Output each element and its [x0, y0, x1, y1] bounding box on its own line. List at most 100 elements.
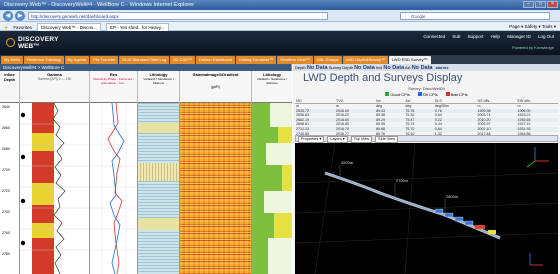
back-icon[interactable]: ◀ — [3, 11, 13, 21]
window-title: Discovery Web™ - DiscoveryWell#4 - WellB… — [4, 2, 195, 8]
header-gamma: Gamma Gamma (API) 0 — 150 — [20, 71, 90, 103]
legend-good: Good CPIs — [385, 92, 410, 97]
well-log-title: DiscoveryWell#4 > WellBore C — [0, 64, 291, 71]
legend-good-label: Good CPIs — [390, 92, 410, 97]
survey-table: MD TVD Inc Azi DLS NS offs. EW offs. m m… — [295, 99, 558, 136]
axis-gizmo-icon — [529, 253, 543, 266]
legend-bad: Bad CPIs — [445, 92, 468, 97]
header-link-help[interactable]: Help — [491, 34, 500, 39]
header-res: Res Resistivity Phase - Corrected / Atte… — [90, 71, 138, 103]
legend-bad-label: Bad CPIs — [450, 92, 468, 97]
tab-drillrun-dashboard[interactable]: Drillrun Dashboard — [195, 56, 236, 64]
gamma-image-track — [180, 103, 252, 274]
tab-dbl-groups[interactable]: DBL Groups — [313, 56, 342, 64]
favorites-star-icon[interactable]: ★ — [4, 25, 8, 30]
close-icon[interactable]: × — [547, 1, 558, 8]
minimize-icon[interactable]: – — [523, 1, 534, 8]
lwd-display-panel: Depth No Data Survey Depth No Data Incl … — [293, 64, 560, 274]
header-lithology-2: Lithology Vshale% / Sandstone / Siltston… — [252, 71, 292, 103]
gamma-image-texture — [180, 103, 251, 274]
side-view-button[interactable]: Side View — [375, 136, 398, 143]
favorites-bar: ★ Favorites Discovery Web™ - Discov... E… — [0, 22, 560, 32]
status-azi-label: Azi — [405, 65, 411, 70]
tab-3d-cad[interactable]: 3D CAD™ — [170, 56, 195, 64]
app-header: DISCOVERY WEB™ Connected Sub Support Hel… — [0, 31, 560, 55]
bad-swatch-icon — [445, 92, 450, 96]
header-depth-label: Inline Depth — [3, 72, 16, 82]
status-depth-label: Depth — [295, 65, 306, 70]
tab-lwd-depth-survey[interactable]: LWD Depth&Survey™ — [342, 56, 388, 64]
legend-ok: Ok CPIs — [417, 92, 438, 97]
resistivity-track — [90, 103, 138, 274]
gamma-track — [20, 103, 90, 274]
tab-dlis-time-log[interactable]: DLIS Standard Time Log — [119, 56, 170, 64]
depth-label: 2640 — [2, 105, 10, 109]
logo-line1: DISCOVERY — [18, 36, 59, 43]
header-link-logout[interactable]: Log Out — [538, 34, 554, 39]
discovery-web-logo: DISCOVERY WEB™ — [6, 34, 58, 52]
forward-icon[interactable]: ▶ — [15, 11, 25, 21]
header-lithology-1: Lithology Vshale% / Sandstone / Siltston… — [138, 71, 180, 103]
gamma-curve-svg — [20, 103, 89, 274]
siltstone-band — [138, 163, 179, 181]
tab-file-transfer[interactable]: File Transfer — [90, 56, 119, 64]
favorites-button[interactable]: Favorites — [13, 25, 32, 30]
status-bar: Depth No Data Survey Depth No Data Incl … — [293, 64, 560, 71]
depth-track: 2640 2660 2680 2700 2720 2740 2760 2780 — [0, 103, 20, 274]
tab-reservoir-tracking[interactable]: Reservoir Tracking — [24, 56, 64, 64]
axis-gizmo-icon — [526, 147, 549, 168]
tab-lwd-esd-survey[interactable]: LWD ESD Survey™ — [389, 56, 431, 64]
wellbore-3d-view[interactable]: 2500m 2700m 2800m — [295, 143, 558, 274]
lithology-track-2 — [252, 103, 292, 274]
depth-marker-label: 2800m — [446, 194, 459, 199]
address-bar: ◀ ▶ http://discovery.geoweb.net/dashboar… — [0, 10, 560, 22]
cpi-legend: Good CPIs Ok CPIs Bad CPIs — [293, 91, 560, 98]
tab-realtime-chat[interactable]: Realtime Chat™ — [277, 56, 313, 64]
depth-label: 2680 — [2, 147, 10, 151]
header-depth: Inline Depth — [0, 71, 20, 103]
header-link-support[interactable]: Support — [468, 34, 484, 39]
layers-dropdown[interactable]: Layers ▾ — [327, 136, 348, 143]
url-input[interactable]: http://discovery.geoweb.net/dashboard.as… — [28, 12, 328, 20]
resistivity-curve-svg — [90, 103, 137, 274]
logo-line2: WEB™ — [18, 43, 40, 50]
header-gamma-sub: Gamma (API) 0 — 150 — [37, 77, 72, 81]
alarms-link[interactable]: alarms — [436, 65, 449, 70]
tab-my-wells[interactable]: My Wells — [1, 56, 24, 64]
browser-tools-menu[interactable]: Page ▾ Safety ▾ Tools ▾ — [509, 22, 556, 31]
depth-marker-label: 2700m — [396, 178, 409, 183]
browser-window: { "window": {"title": "Discovery Web™ - … — [0, 0, 560, 274]
header-lith2-sub: Vshale% / Sandstone / Siltstone — [256, 77, 288, 85]
lithology-2-svg — [252, 103, 292, 274]
sandstone-band — [138, 123, 179, 133]
header-link-manager[interactable]: Manager ID — [507, 34, 531, 39]
wellbore-3d-svg: 2500m 2700m 2800m — [295, 143, 558, 274]
header-gamma-image: GammaImage/#Gradient (gAPI) — [180, 71, 252, 103]
tab-my-agents[interactable]: My Agents — [64, 56, 90, 64]
survey-table-body: 2635.72 2016.00 89.43 75.78 0.76 1999.98 1906.… — [295, 108, 558, 137]
window-titlebar: Discovery Web™ - DiscoveryWell#4 - WellB… — [0, 0, 560, 10]
page-title: LWD Depth and Surveys Display — [303, 72, 463, 84]
header-gimg-sub: (gAPI) — [210, 85, 221, 89]
depth-label: 2780 — [2, 252, 10, 256]
legend-ok-label: Ok CPIs — [422, 92, 438, 97]
sandstone-band — [138, 218, 179, 230]
top-view-button[interactable]: Top View — [350, 136, 373, 143]
header-link-sub[interactable]: Sub — [452, 34, 460, 39]
powered-by: Powered by Knowledge — [511, 45, 554, 50]
depth-marker-label: 2500m — [341, 160, 354, 165]
maximize-icon[interactable]: □ — [535, 1, 546, 8]
properties-dropdown[interactable]: Properties ▾ — [298, 136, 325, 143]
search-input[interactable]: Google — [400, 12, 550, 20]
depth-label: 2760 — [2, 231, 10, 235]
tab-drilling-formulas[interactable]: Drilling Formulas™ — [236, 56, 277, 64]
window-controls: – □ × — [523, 1, 558, 8]
header-lith1-sub: Vshale% / Sandstone / Siltstone — [143, 77, 174, 85]
depth-label: 2740 — [2, 210, 10, 214]
status-survey-label: Survey Depth — [328, 65, 353, 70]
depth-label: 2660 — [2, 126, 10, 130]
header-link-connected[interactable]: Connected — [423, 34, 445, 39]
status-incl-label: Incl — [375, 65, 383, 70]
logo-ring-icon — [6, 38, 15, 47]
ok-swatch-icon — [417, 92, 422, 96]
